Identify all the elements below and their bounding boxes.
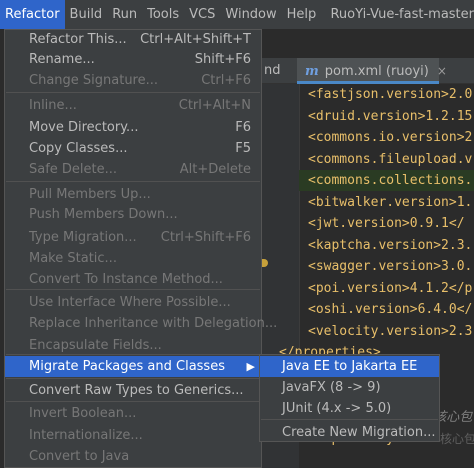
menu-item-label: Move Directory... xyxy=(29,120,139,135)
menu-item-shortcut: Ctrl+Shift+F6 xyxy=(160,230,251,245)
menu-item-copy-classes[interactable]: Copy Classes... F5 xyxy=(5,138,261,159)
menu-item-safe-delete[interactable]: Safe Delete... Alt+Delete xyxy=(5,159,261,180)
code-line: <velocity.version>2.3 xyxy=(308,323,473,339)
menu-build[interactable]: Build xyxy=(65,0,108,29)
menu-item-label: Use Interface Where Possible... xyxy=(29,295,231,310)
menu-item-rename[interactable]: Rename... Shift+F6 xyxy=(5,49,261,70)
menu-item-label: Migrate Packages and Classes xyxy=(29,359,225,374)
menu-item-label: Internationalize... xyxy=(29,428,143,443)
menu-item-shortcut: Ctrl+F6 xyxy=(201,73,251,88)
menu-item-refactor-this[interactable]: Refactor This... Ctrl+Alt+Shift+T xyxy=(5,29,261,50)
menu-item-label: Convert Raw Types to Generics... xyxy=(29,383,244,398)
code-line: <kaptcha.version>2.3. xyxy=(308,237,473,253)
submenu-item-label: Java EE to Jakarta EE xyxy=(282,359,418,374)
menu-item-change-signature[interactable]: Change Signature... Ctrl+F6 xyxy=(5,70,261,91)
menu-window[interactable]: Window xyxy=(220,0,281,29)
menu-item-shortcut: F6 xyxy=(235,120,251,135)
menu-item-shortcut: Alt+Delete xyxy=(179,162,251,177)
bookmark-marker-icon xyxy=(262,259,268,267)
code-line: <commons.io.version>2 xyxy=(308,130,473,145)
menu-item-label: Copy Classes... xyxy=(29,141,128,156)
menu-item-convert-raw-types-to-generics[interactable]: Convert Raw Types to Generics... xyxy=(5,380,261,401)
menu-tools[interactable]: Tools xyxy=(142,0,184,29)
menu-separator xyxy=(6,289,260,290)
menu-item-label: Convert to Java xyxy=(29,449,130,464)
menu-item-shortcut: Ctrl+Alt+Shift+T xyxy=(140,32,251,47)
menu-item-label: Invert Boolean... xyxy=(29,406,137,421)
menu-item-internationalize[interactable]: Internationalize... xyxy=(5,425,261,446)
menu-item-move-directory[interactable]: Move Directory... F6 xyxy=(5,117,261,138)
code-line: <commons.collections. xyxy=(299,170,474,191)
code-line: <druid.version>1.2.15 xyxy=(308,108,473,124)
menu-vcs[interactable]: VCS xyxy=(184,0,220,29)
menu-separator xyxy=(6,378,260,379)
menu-separator xyxy=(6,354,260,355)
menu-item-encapsulate-fields[interactable]: Encapsulate Fields... xyxy=(5,335,261,356)
project-title: RuoYi-Vue-fast-master xyxy=(330,7,474,22)
menu-item-label: Inline... xyxy=(29,98,77,113)
code-line: <jwt.version>0.9.1</ xyxy=(308,216,465,231)
tab-label: nd xyxy=(264,63,281,78)
menu-item-shortcut: F5 xyxy=(235,141,251,156)
submenu-item-create-new-migration[interactable]: Create New Migration... xyxy=(260,422,439,443)
menu-item-type-migration[interactable]: Type Migration... Ctrl+Shift+F6 xyxy=(5,227,261,248)
submenu-item-label: JUnit (4.x -> 5.0) xyxy=(282,401,392,416)
menu-item-convert-to-instance-method[interactable]: Convert To Instance Method... xyxy=(5,269,261,290)
menu-item-label: Replace Inheritance with Delegation... xyxy=(29,316,278,331)
menu-separator xyxy=(6,92,260,93)
code-line: <fastjson.version>2.0 xyxy=(308,87,473,102)
menu-item-convert-to-java[interactable]: Convert to Java xyxy=(5,446,261,467)
menu-bar: Refactor Build Run Tools VCS Window Help… xyxy=(0,0,474,29)
submenu-item-java-ee-to-jakarta-ee[interactable]: Java EE to Jakarta EE xyxy=(260,356,439,377)
menu-separator xyxy=(261,419,438,420)
maven-file-icon: m xyxy=(305,64,319,79)
menu-item-migrate-packages-and-classes[interactable]: Migrate Packages and Classes ▶ xyxy=(5,356,261,377)
menu-item-label: Change Signature... xyxy=(29,73,159,88)
code-line: <swagger.version>3.0. xyxy=(308,259,473,274)
menu-item-shortcut: Ctrl+Alt+N xyxy=(178,98,251,113)
menu-item-label: Convert To Instance Method... xyxy=(29,272,223,287)
menu-item-label: Type Migration... xyxy=(29,230,137,245)
menu-item-push-members-down[interactable]: Push Members Down... xyxy=(5,204,261,225)
menu-item-label: Make Static... xyxy=(29,251,117,266)
close-icon[interactable]: × xyxy=(437,64,447,78)
submenu-arrow-icon: ▶ xyxy=(246,360,255,373)
menu-item-label: Pull Members Up... xyxy=(29,187,151,202)
menu-run[interactable]: Run xyxy=(107,0,142,29)
tab-previous-file[interactable]: nd xyxy=(262,58,297,84)
refactor-menu: Refactor This... Ctrl+Alt+Shift+T Rename..… xyxy=(4,29,277,468)
submenu-item-junit-4-to-5[interactable]: JUnit (4.x -> 5.0) xyxy=(260,398,439,419)
menu-separator xyxy=(6,401,260,402)
editor-tab-bar: nd m pom.xml (ruoyi) × xyxy=(262,58,474,84)
menu-help[interactable]: Help xyxy=(282,0,322,29)
submenu-item-label: Create New Migration... xyxy=(282,425,436,440)
menu-item-label: Rename... xyxy=(29,52,95,67)
menu-item-invert-boolean[interactable]: Invert Boolean... xyxy=(5,403,261,424)
watermark-text: 核心包 xyxy=(440,432,474,446)
menu-item-label: Encapsulate Fields... xyxy=(29,338,162,353)
menu-item-use-interface-where-possible[interactable]: Use Interface Where Possible... xyxy=(5,292,261,313)
submenu-item-javafx-8-to-9[interactable]: JavaFX (8 -> 9) xyxy=(260,377,439,398)
menu-item-label: Safe Delete... xyxy=(29,162,118,177)
tab-label: pom.xml (ruoyi) xyxy=(324,64,429,79)
menu-refactor[interactable]: Refactor xyxy=(0,0,65,29)
menu-item-make-static[interactable]: Make Static... xyxy=(5,248,261,269)
code-line: <commons.fileupload.v xyxy=(308,151,473,167)
submenu-item-label: JavaFX (8 -> 9) xyxy=(282,380,381,395)
menu-item-label: Refactor This... xyxy=(29,32,127,47)
menu-item-inline[interactable]: Inline... Ctrl+Alt+N xyxy=(5,95,261,116)
code-line: <oshi.version>6.4.0</ xyxy=(308,302,473,317)
code-line: <bitwalker.version>1. xyxy=(308,194,473,210)
menu-separator xyxy=(6,181,260,182)
menu-item-pull-members-up[interactable]: Pull Members Up... xyxy=(5,184,261,205)
migrate-submenu: Java EE to Jakarta EE JavaFX (8 -> 9) JUni… xyxy=(259,354,440,442)
menu-item-label: Push Members Down... xyxy=(29,207,178,222)
tab-pom-xml[interactable]: m pom.xml (ruoyi) × xyxy=(297,58,447,84)
menu-item-replace-inheritance-with-delegation[interactable]: Replace Inheritance with Delegation... xyxy=(5,313,277,334)
code-line: <poi.version>4.1.2</p xyxy=(308,280,473,296)
menu-item-shortcut: Shift+F6 xyxy=(194,52,251,67)
